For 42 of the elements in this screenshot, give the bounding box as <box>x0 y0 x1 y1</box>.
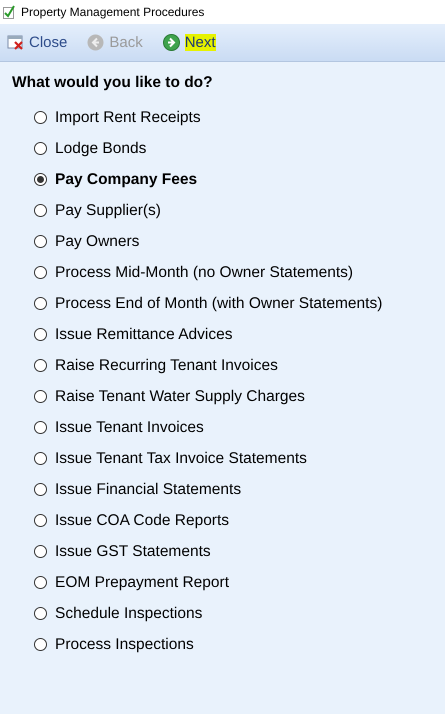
radio-button[interactable] <box>34 452 47 465</box>
radio-button[interactable] <box>34 576 47 589</box>
radio-button[interactable] <box>34 266 47 279</box>
radio-button[interactable] <box>34 111 47 124</box>
checkmark-icon <box>3 5 15 19</box>
option-label[interactable]: Issue COA Code Reports <box>55 512 230 530</box>
radio-button[interactable] <box>34 235 47 248</box>
option-label[interactable]: Schedule Inspections <box>55 604 202 622</box>
radio-button[interactable] <box>34 173 47 186</box>
option-label[interactable]: Raise Tenant Water Supply Charges <box>55 388 305 406</box>
radio-button[interactable] <box>34 607 47 620</box>
option-label[interactable]: Issue Financial Statements <box>55 480 242 498</box>
option-label[interactable]: Process End of Month (with Owner Statements) <box>55 294 382 312</box>
radio-button[interactable] <box>34 328 47 341</box>
radio-button[interactable] <box>34 204 47 217</box>
option-label[interactable]: Pay Company Fees <box>55 170 198 188</box>
radio-button[interactable] <box>34 514 47 527</box>
option-label[interactable]: EOM Prepayment Report <box>55 574 230 592</box>
option-label[interactable]: Process Mid-Month (no Owner Statements) <box>55 264 354 282</box>
radio-button[interactable] <box>34 421 47 434</box>
radio-button[interactable] <box>34 142 47 155</box>
option-label[interactable]: Raise Recurring Tenant Invoices <box>55 356 278 374</box>
heading: What would you like to do? <box>12 74 214 92</box>
window-title: Property Management Procedures <box>21 5 204 19</box>
radio-button[interactable] <box>34 390 47 403</box>
close-button[interactable]: Close <box>4 33 70 52</box>
option-label[interactable]: Issue Remittance Advices <box>55 326 232 344</box>
option-label[interactable]: Pay Supplier(s) <box>55 202 161 220</box>
next-button[interactable]: Next <box>160 33 219 52</box>
option-label[interactable]: Issue Tenant Invoices <box>55 418 204 436</box>
option-label[interactable]: Issue GST Statements <box>55 542 211 560</box>
radio-button[interactable] <box>34 359 47 372</box>
radio-button[interactable] <box>34 297 47 310</box>
radio-button[interactable] <box>34 483 47 496</box>
option-label[interactable]: Import Rent Receipts <box>55 108 201 126</box>
option-label[interactable]: Process Inspections <box>55 636 194 654</box>
radio-button[interactable] <box>34 545 47 558</box>
option-label[interactable]: Issue Tenant Tax Invoice Statements <box>55 450 307 468</box>
close-icon <box>7 35 24 50</box>
radio-button[interactable] <box>34 638 47 651</box>
option-label[interactable]: Pay Owners <box>55 232 140 250</box>
option-label[interactable]: Lodge Bonds <box>55 140 146 158</box>
